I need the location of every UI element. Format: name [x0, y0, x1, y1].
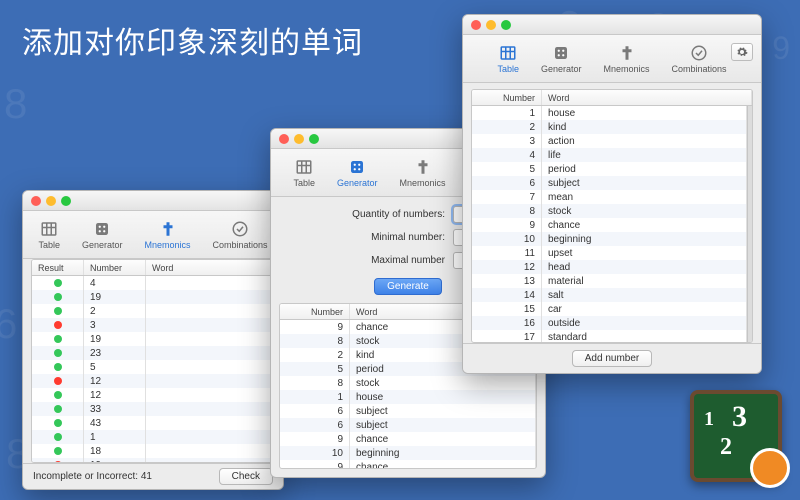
table-row[interactable]: 2kind [472, 120, 747, 134]
titlebar [463, 15, 761, 35]
status-dot [54, 391, 62, 399]
table-row[interactable]: 6subject [472, 176, 747, 190]
table-row[interactable]: 1house [280, 390, 536, 404]
minimize-icon[interactable] [294, 134, 304, 144]
tab-combinations[interactable]: Combinations [672, 44, 727, 74]
status-dot [54, 377, 62, 385]
col-number[interactable]: Number [472, 90, 542, 105]
table-row[interactable]: 18 [32, 444, 274, 458]
close-icon[interactable] [279, 134, 289, 144]
table-row[interactable]: 5 [32, 360, 274, 374]
table-row[interactable]: 7mean [472, 190, 747, 204]
scrollbar[interactable] [747, 106, 752, 342]
status-dot [54, 335, 62, 343]
check-button[interactable]: Check [219, 468, 273, 485]
tab-combinations[interactable]: Combinations [213, 220, 268, 250]
qty-label: Quantity of numbers: [352, 209, 445, 220]
col-word[interactable]: Word [542, 90, 752, 105]
col-number[interactable]: Number [280, 304, 350, 319]
tab-table[interactable]: Table [38, 220, 60, 250]
tab-mnemonics[interactable]: Mnemonics [604, 44, 650, 74]
table-row[interactable]: 9chance [280, 432, 536, 446]
status-dot [54, 293, 62, 301]
status-dot [54, 279, 62, 287]
table-row[interactable]: 12 [32, 374, 274, 388]
table-row[interactable]: 8stock [472, 204, 747, 218]
add-number-button[interactable]: Add number [572, 350, 652, 367]
tab-table[interactable]: Table [293, 158, 315, 188]
status-dot [54, 447, 62, 455]
status-dot [54, 461, 62, 462]
table-row[interactable]: 6subject [280, 418, 536, 432]
table-row[interactable]: 5period [472, 162, 747, 176]
table-row[interactable]: 10beginning [472, 232, 747, 246]
tab-table[interactable]: Table [497, 44, 519, 74]
toolbar: Table Generator Mnemonics Combinations [23, 211, 283, 259]
max-label: Maximal number [371, 255, 445, 266]
table-row[interactable]: 9chance [472, 218, 747, 232]
table-row[interactable]: 33 [32, 402, 274, 416]
status-dot [54, 349, 62, 357]
table-row[interactable]: 14salt [472, 288, 747, 302]
window-footer: Incomplete or Incorrect: 41 Check [23, 463, 283, 489]
close-icon[interactable] [31, 196, 41, 206]
status-text: Incomplete or Incorrect: 41 [33, 471, 152, 482]
status-dot [54, 321, 62, 329]
settings-button[interactable] [731, 43, 753, 61]
table-row[interactable]: 19 [32, 458, 274, 462]
table-row[interactable]: 13material [472, 274, 747, 288]
status-dot [54, 419, 62, 427]
status-dot [54, 405, 62, 413]
status-dot [54, 307, 62, 315]
zoom-icon[interactable] [309, 134, 319, 144]
tab-generator[interactable]: Generator [82, 220, 123, 250]
result-table: Result Number Word 419231923512123343118… [31, 259, 275, 463]
table-row[interactable]: 2 [32, 304, 274, 318]
generate-button[interactable]: Generate [374, 278, 442, 295]
tab-mnemonics[interactable]: Mnemonics [145, 220, 191, 250]
min-label: Minimal number: [371, 232, 445, 243]
window-table: Table Generator Mnemonics Combinations N… [462, 14, 762, 374]
close-icon[interactable] [471, 20, 481, 30]
col-result[interactable]: Result [32, 260, 84, 275]
table-row[interactable]: 6subject [280, 404, 536, 418]
table-row[interactable]: 16outside [472, 316, 747, 330]
minimize-icon[interactable] [46, 196, 56, 206]
table-row[interactable]: 17standard [472, 330, 747, 342]
table-row[interactable]: 11upset [472, 246, 747, 260]
table-row[interactable]: 1 [32, 430, 274, 444]
table-row[interactable]: 4life [472, 148, 747, 162]
app-icon: 1 3 2 [690, 390, 782, 482]
window-mnemonics: Table Generator Mnemonics Combinations R… [22, 190, 284, 490]
page-headline: 添加对你印象深刻的单词 [22, 18, 363, 62]
table-row[interactable]: 8stock [280, 376, 536, 390]
table-row[interactable]: 3 [32, 318, 274, 332]
brain-badge-icon [750, 448, 790, 488]
table-row[interactable]: 12head [472, 260, 747, 274]
minimize-icon[interactable] [486, 20, 496, 30]
table-row[interactable]: 12 [32, 388, 274, 402]
table-row[interactable]: 3action [472, 134, 747, 148]
col-word[interactable]: Word [146, 260, 274, 275]
table-row[interactable]: 4 [32, 276, 274, 290]
zoom-icon[interactable] [501, 20, 511, 30]
toolbar: Table Generator Mnemonics Combinations [463, 35, 761, 83]
table-row[interactable]: 10beginning [280, 446, 536, 460]
table-row[interactable]: 15car [472, 302, 747, 316]
tab-generator[interactable]: Generator [337, 158, 378, 188]
word-table: Number Word 1house2kind3action4life5peri… [471, 89, 753, 343]
table-row[interactable]: 23 [32, 346, 274, 360]
col-number[interactable]: Number [84, 260, 146, 275]
table-row[interactable]: 19 [32, 332, 274, 346]
table-row[interactable]: 19 [32, 290, 274, 304]
zoom-icon[interactable] [61, 196, 71, 206]
tab-generator[interactable]: Generator [541, 44, 582, 74]
table-row[interactable]: 43 [32, 416, 274, 430]
titlebar [23, 191, 283, 211]
status-dot [54, 433, 62, 441]
tab-mnemonics[interactable]: Mnemonics [400, 158, 446, 188]
table-row[interactable]: 9chance [280, 460, 536, 468]
status-dot [54, 363, 62, 371]
table-row[interactable]: 1house [472, 106, 747, 120]
